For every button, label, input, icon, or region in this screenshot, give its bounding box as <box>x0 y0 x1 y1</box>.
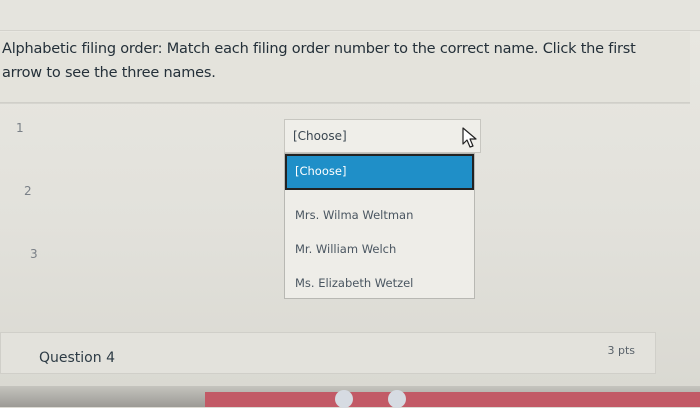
row-number-2: 2 <box>24 184 32 198</box>
question-text-panel: Alphabetic filing order: Match each fili… <box>0 32 690 103</box>
taskbar-app-strip <box>205 392 700 407</box>
question-instruction: Alphabetic filing order: Match each fili… <box>2 41 636 81</box>
row-divider <box>0 103 690 104</box>
top-strip <box>0 0 700 31</box>
dropdown-option-choose[interactable]: [Choose] <box>285 154 474 190</box>
row-number-1: 1 <box>16 121 24 135</box>
dropdown-option-elizabeth-wetzel[interactable]: Ms. Elizabeth Wetzel <box>285 266 474 302</box>
row-number-3: 3 <box>30 247 38 261</box>
select-current-value: [Choose] <box>293 129 347 143</box>
question-title: Question 4 <box>39 350 115 366</box>
question-points: 3 pts <box>607 344 635 357</box>
question-4-header: Question 4 3 pts <box>0 332 656 374</box>
taskbar-app-icon[interactable] <box>335 390 353 408</box>
dropdown-option-william-welch[interactable]: Mr. William Welch <box>285 232 474 268</box>
taskbar-app-icon[interactable] <box>388 390 406 408</box>
select-dropdown-list: [Choose] Mrs. Wilma Weltman Mr. William … <box>284 153 475 299</box>
match-select-1[interactable]: [Choose] <box>284 119 481 153</box>
mouse-pointer-icon <box>462 127 477 148</box>
dropdown-option-wilma-weltman[interactable]: Mrs. Wilma Weltman <box>285 198 474 234</box>
screen: Alphabetic filing order: Match each fili… <box>0 0 700 408</box>
taskbar <box>0 386 700 408</box>
